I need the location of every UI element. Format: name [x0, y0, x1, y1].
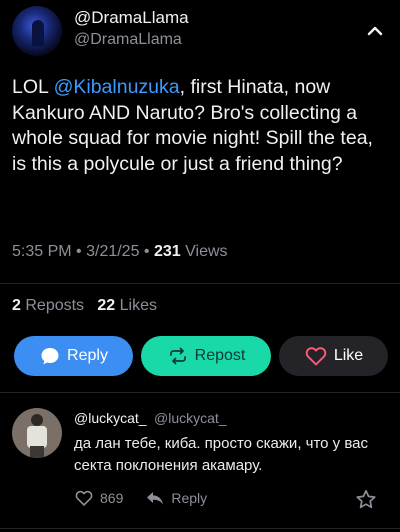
reply-button-label: Reply — [67, 347, 108, 364]
like-button[interactable]: Like — [279, 336, 388, 376]
divider — [0, 283, 400, 284]
views-label: Views — [185, 243, 228, 260]
reposts-label: Reposts — [25, 297, 85, 314]
reply-reply-button[interactable]: Reply — [145, 489, 207, 507]
speech-bubble-icon — [41, 348, 59, 365]
likes-count: 22 — [97, 297, 116, 314]
post-date: 3/21/25 — [86, 243, 140, 260]
author-display-name[interactable]: @DramaLlama — [74, 8, 189, 28]
likes-label: Likes — [119, 297, 158, 314]
avatar[interactable] — [12, 6, 62, 56]
reply-like-button[interactable]: 869 — [74, 489, 123, 507]
reply-button[interactable]: Reply — [14, 336, 133, 376]
star-icon[interactable] — [355, 489, 377, 510]
divider — [0, 528, 400, 529]
likes-stat[interactable]: 22 Likes — [97, 297, 157, 314]
author-handle[interactable]: @DramaLlama — [74, 31, 182, 49]
post-text: LOL @Kibalnuzuka, first Hinata, now Kank… — [12, 75, 390, 177]
post-time: 5:35 PM — [12, 243, 72, 260]
heart-icon — [305, 347, 327, 366]
reply-like-count: 869 — [100, 490, 124, 506]
reply-reply-label: Reply — [171, 490, 208, 506]
views-count: 231 — [153, 243, 181, 260]
post-text-start: LOL — [12, 76, 54, 98]
divider — [0, 392, 400, 393]
repost-button-label: Repost — [194, 347, 246, 364]
chevron-up-icon[interactable] — [364, 20, 386, 42]
reply-arrow-icon — [147, 492, 164, 505]
heart-icon — [75, 490, 93, 506]
reposts-stat[interactable]: 2 Reposts — [12, 297, 84, 314]
reply-text: да лан тебе, киба. просто скажи, что у в… — [74, 435, 368, 474]
reply-avatar[interactable] — [12, 408, 62, 458]
repost-arrows-icon — [169, 347, 186, 365]
like-button-label: Like — [333, 347, 364, 364]
reply-actions: 869 Reply — [74, 489, 207, 507]
reposts-count: 2 — [12, 297, 21, 314]
post-stats: 2 Reposts 22 Likes — [12, 297, 157, 315]
reply-author-name[interactable]: @luckycat_ — [74, 410, 147, 426]
reply-author-handle[interactable]: @luckycat_ — [154, 410, 227, 426]
post-header: @DramaLlama @DramaLlama — [0, 0, 400, 62]
mention-link[interactable]: @Kibalnuzuka — [54, 76, 180, 98]
post-meta: 5:35 PM • 3/21/25 • 231 Views — [12, 243, 228, 260]
repost-button[interactable]: Repost — [141, 336, 271, 376]
